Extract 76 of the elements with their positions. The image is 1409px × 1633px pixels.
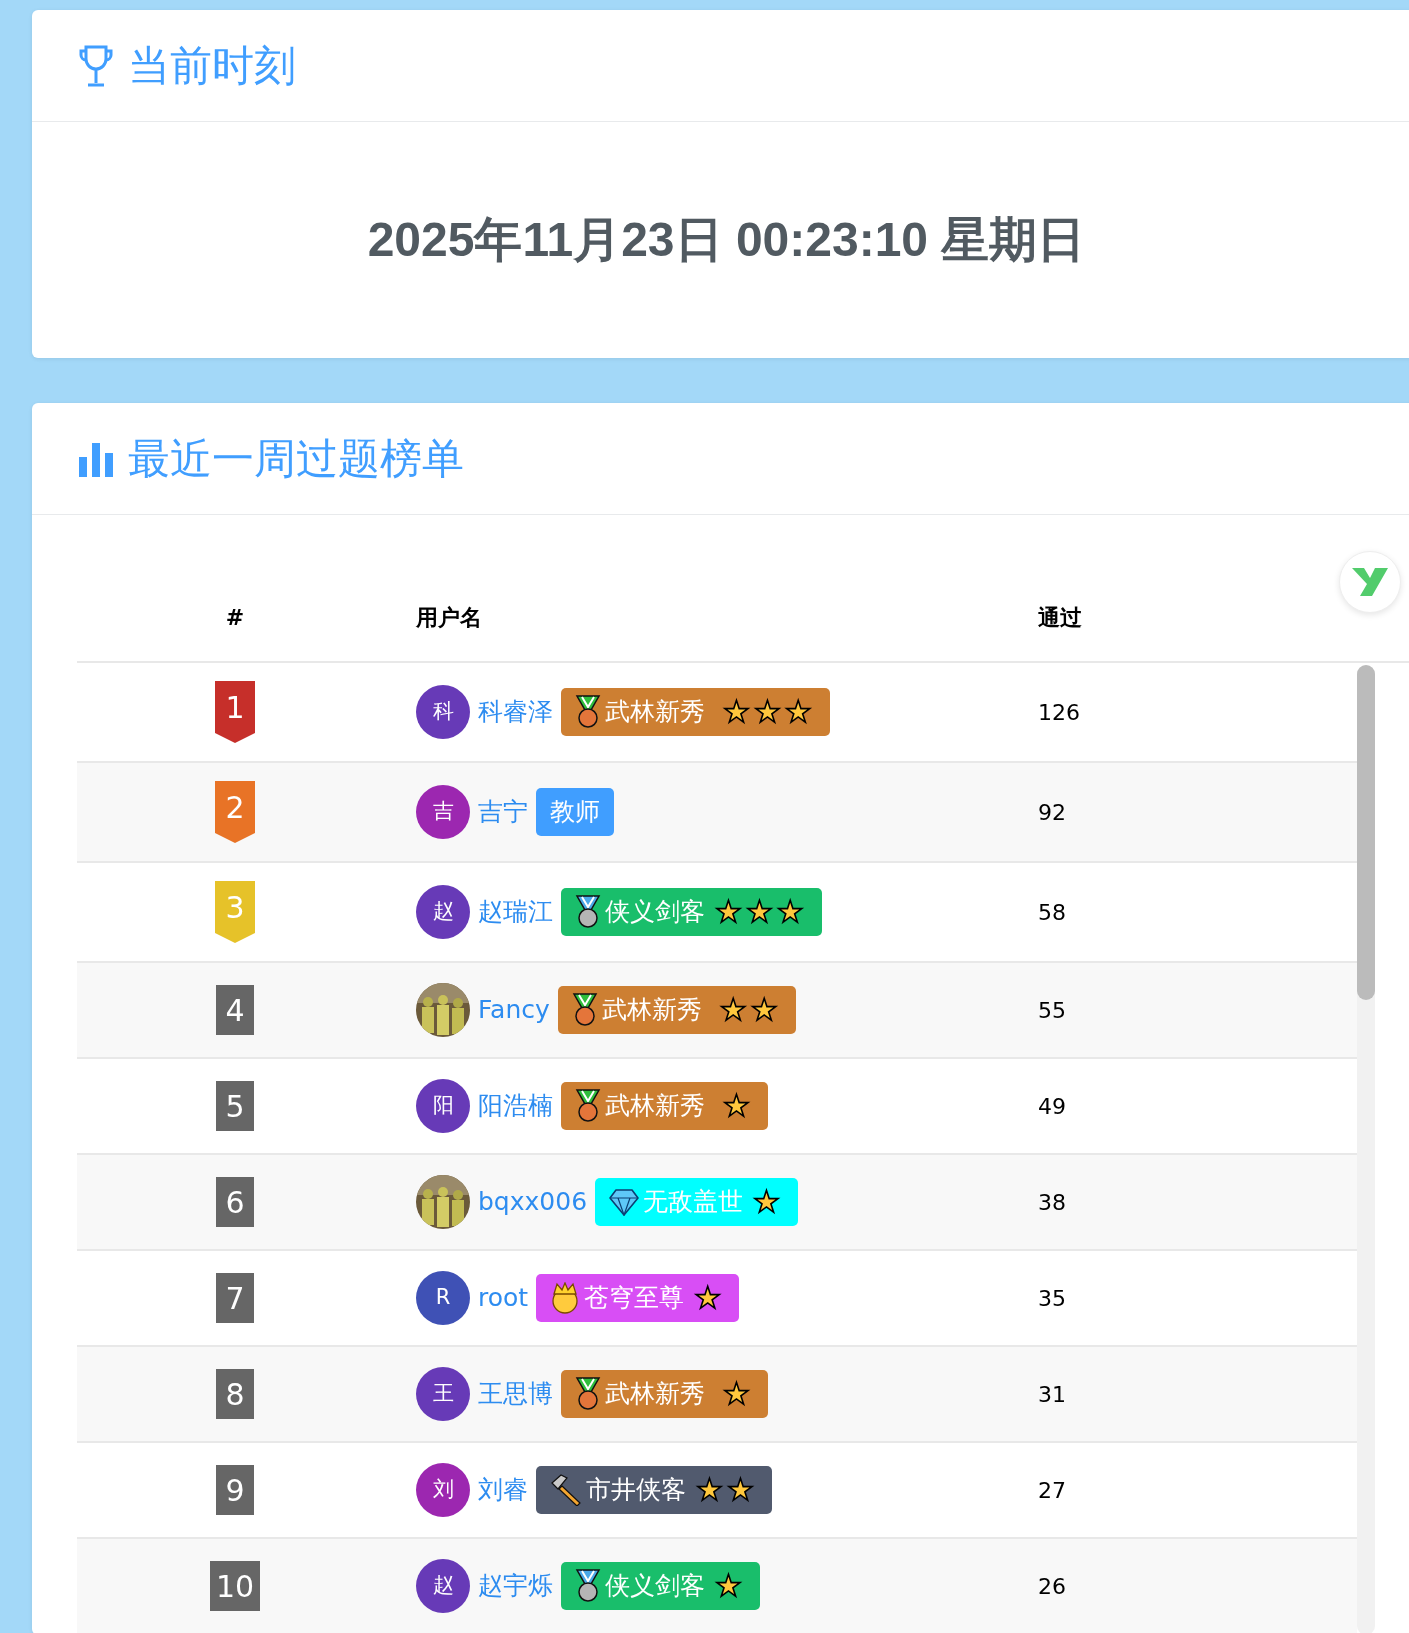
- star-marks: ★: [694, 1283, 726, 1313]
- username-link[interactable]: Fancy: [478, 991, 550, 1029]
- diamond-icon: [609, 1188, 640, 1216]
- star-marks: ★: [723, 1379, 754, 1409]
- floating-logo-button[interactable]: [1339, 551, 1401, 613]
- medal-icon: [575, 1377, 601, 1411]
- title-badge: 武林新秀 ★★★: [561, 688, 830, 736]
- rank-label: 6: [216, 1177, 254, 1227]
- user-avatar: 赵: [416, 885, 470, 939]
- column-header: 用户名: [416, 603, 482, 632]
- title-badge: 武林新秀 ★: [561, 1370, 768, 1418]
- passed-count: 35: [1038, 1285, 1066, 1311]
- title-badge: 市井侠客 ★★: [536, 1466, 772, 1514]
- current-datetime: 2025年11月23日 00:23:10 星期日: [367, 212, 1086, 268]
- star-marks: ★★: [719, 995, 782, 1025]
- rank-ribbon: 2: [215, 781, 255, 843]
- title-badge: 侠义剑客 ★★★: [561, 888, 822, 936]
- passed-count: 49: [1038, 1093, 1066, 1119]
- column-header: #: [225, 603, 245, 632]
- user-avatar: R: [416, 1271, 470, 1325]
- bar-chart-icon: [78, 440, 114, 477]
- username-link[interactable]: bqxx006: [478, 1183, 588, 1221]
- user-avatar: 吉: [416, 785, 470, 839]
- medal-icon: [575, 895, 601, 929]
- star-marks: ★: [723, 1091, 754, 1121]
- column-header: 通过: [1038, 604, 1082, 630]
- rank-label: 8: [216, 1369, 254, 1419]
- username-link[interactable]: root: [478, 1279, 529, 1317]
- medal-icon: [571, 993, 598, 1027]
- rank-label: 5: [216, 1081, 254, 1131]
- username-link[interactable]: 刘睿: [478, 1471, 528, 1509]
- medal-icon: [575, 1089, 601, 1123]
- logo-icon: [1352, 568, 1388, 596]
- passed-count: 58: [1038, 899, 1066, 925]
- passed-count: 126: [1038, 699, 1080, 725]
- medal-icon: [575, 695, 601, 729]
- rank-label: 10: [209, 1561, 261, 1611]
- passed-count: 92: [1038, 799, 1066, 825]
- username-link[interactable]: 阳浩楠: [478, 1087, 553, 1125]
- passed-count: 26: [1038, 1573, 1066, 1599]
- title-badge: 侠义剑客 ★: [561, 1562, 760, 1610]
- crown-icon: [550, 1282, 581, 1314]
- user-avatar: 刘: [416, 1463, 470, 1517]
- username-link[interactable]: 赵瑞江: [478, 893, 553, 931]
- user-avatar: 阳: [416, 1079, 470, 1133]
- title-badge: 苍穹至尊 ★: [536, 1274, 740, 1322]
- title-badge: 武林新秀 ★★: [557, 986, 796, 1034]
- username-link[interactable]: 科睿泽: [478, 693, 553, 731]
- medal-icon: [575, 1569, 601, 1603]
- star-marks: ★: [715, 1571, 746, 1601]
- rank-label: 7: [216, 1273, 254, 1323]
- card-title: 当前时刻: [128, 40, 296, 92]
- rank-label: 9: [216, 1465, 254, 1515]
- rank-ribbon: 1: [215, 681, 255, 743]
- rank-ribbon: 3: [215, 881, 255, 943]
- star-marks: ★★★: [723, 697, 816, 727]
- trophy-icon: [78, 43, 114, 88]
- passed-count: 38: [1038, 1189, 1066, 1215]
- star-marks: ★: [753, 1187, 784, 1217]
- passed-count: 55: [1038, 997, 1066, 1023]
- passed-count: 27: [1038, 1477, 1066, 1503]
- title-badge: 无敌盖世 ★: [595, 1178, 798, 1226]
- username-link[interactable]: 赵宇烁: [478, 1567, 553, 1605]
- hammer-icon: [550, 1474, 582, 1506]
- star-marks: ★★★: [715, 897, 808, 927]
- passed-count: 31: [1038, 1381, 1066, 1407]
- title-badge: 教师: [536, 788, 614, 836]
- username-link[interactable]: 王思博: [478, 1375, 553, 1413]
- user-avatar: 科: [416, 685, 470, 739]
- star-marks: ★★: [696, 1475, 758, 1505]
- username-link[interactable]: 吉宁: [478, 793, 528, 831]
- user-avatar: 王: [416, 1367, 470, 1421]
- card-title: 最近一周过题榜单: [128, 433, 464, 485]
- rank-label: 4: [216, 985, 254, 1035]
- user-avatar: 赵: [416, 1559, 470, 1613]
- title-badge: 武林新秀 ★: [561, 1082, 768, 1130]
